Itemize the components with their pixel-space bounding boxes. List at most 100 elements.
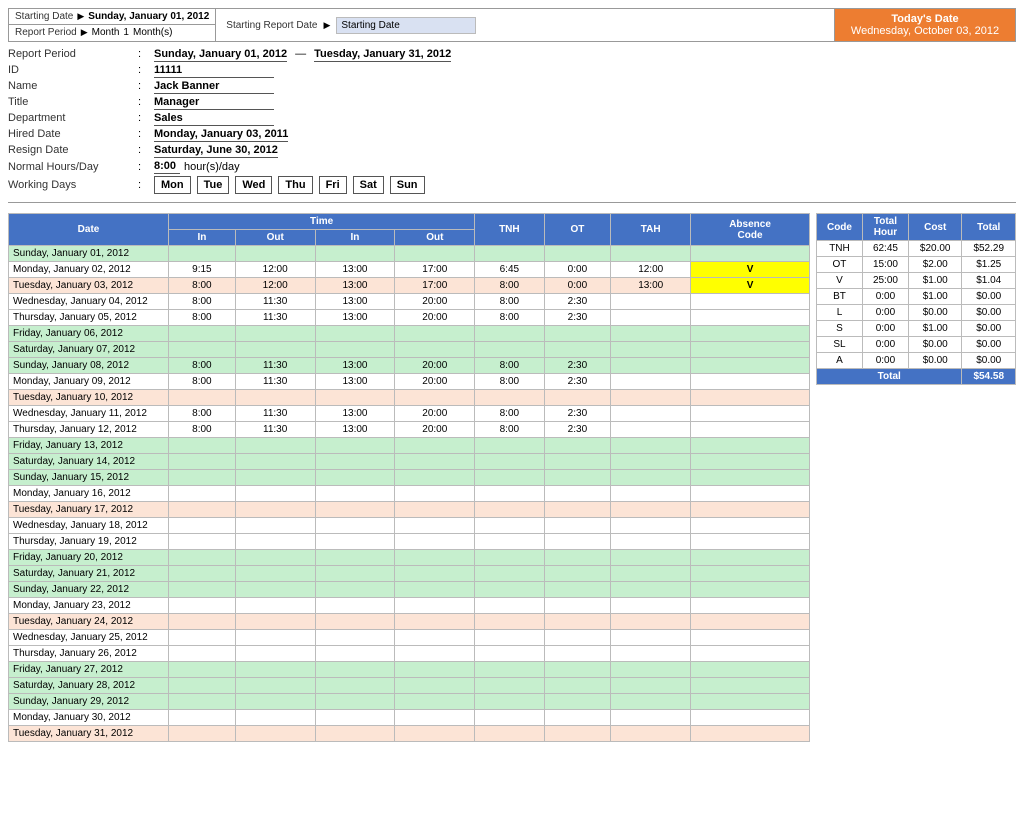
attendance-row: Wednesday, January 04, 20128:0011:3013:0… — [9, 294, 810, 310]
total-summary-cell: $1.25 — [962, 257, 1016, 273]
ot-cell — [544, 598, 611, 614]
date-cell: Friday, January 13, 2012 — [9, 438, 169, 454]
attendance-table-wrap: Date Time TNH OT TAH AbsenceCode In Out … — [8, 213, 810, 742]
out2-cell — [395, 726, 475, 742]
total-summary-cell: $0.00 — [962, 321, 1016, 337]
in1-cell — [169, 662, 236, 678]
in2-cell — [315, 630, 395, 646]
absence-cell — [691, 310, 810, 326]
out1-cell — [235, 662, 315, 678]
in1-cell — [169, 630, 236, 646]
code-summary-cell: L — [817, 305, 863, 321]
cost-summary-cell: $2.00 — [908, 257, 962, 273]
in1-cell — [169, 246, 236, 262]
cost-summary-cell: $0.00 — [908, 337, 962, 353]
absence-cell — [691, 502, 810, 518]
absence-cell — [691, 470, 810, 486]
id-label: ID — [8, 64, 138, 76]
total_hour-summary-cell: 0:00 — [862, 337, 908, 353]
in1-cell: 8:00 — [169, 358, 236, 374]
in1-cell — [169, 566, 236, 582]
date-cell: Wednesday, January 11, 2012 — [9, 406, 169, 422]
date-cell: Monday, January 30, 2012 — [9, 710, 169, 726]
total-hour-header: TotalHour — [862, 214, 908, 241]
out1-header: Out — [235, 230, 315, 246]
ot-cell: 2:30 — [544, 358, 611, 374]
tnh-cell: 8:00 — [475, 278, 544, 294]
out1-cell: 12:00 — [235, 278, 315, 294]
date-cell: Sunday, January 22, 2012 — [9, 582, 169, 598]
hired-date-label: Hired Date — [8, 128, 138, 140]
in1-cell: 8:00 — [169, 310, 236, 326]
total_hour-summary-cell: 0:00 — [862, 289, 908, 305]
date-cell: Thursday, January 12, 2012 — [9, 422, 169, 438]
in1-cell: 8:00 — [169, 422, 236, 438]
main-content: Date Time TNH OT TAH AbsenceCode In Out … — [8, 213, 1016, 742]
out1-cell — [235, 726, 315, 742]
absence-cell — [691, 678, 810, 694]
absence-cell — [691, 598, 810, 614]
starting-report-date-input[interactable] — [336, 17, 476, 34]
tah-cell — [611, 486, 691, 502]
hired-date-row: Hired Date : Monday, January 03, 2011 — [8, 128, 1016, 142]
title-value: Manager — [154, 96, 274, 110]
normal-hours-value: 8:00 — [154, 160, 180, 174]
absence-cell: V — [691, 278, 810, 294]
attendance-row: Thursday, January 12, 20128:0011:3013:00… — [9, 422, 810, 438]
in2-cell — [315, 582, 395, 598]
out1-cell — [235, 646, 315, 662]
starting-date-value: Sunday, January 01, 2012 — [88, 11, 209, 22]
tnh-cell: 8:00 — [475, 358, 544, 374]
date-cell: Friday, January 06, 2012 — [9, 326, 169, 342]
absence-cell — [691, 406, 810, 422]
tah-cell — [611, 726, 691, 742]
report-period-label: Report Period — [15, 27, 77, 38]
report-period-arrow: ▶ — [81, 27, 88, 38]
report-period-start: Sunday, January 01, 2012 — [154, 48, 287, 62]
in1-cell — [169, 470, 236, 486]
attendance-row: Monday, January 30, 2012 — [9, 710, 810, 726]
code-summary-cell: S — [817, 321, 863, 337]
ot-cell — [544, 614, 611, 630]
attendance-row: Sunday, January 22, 2012 — [9, 582, 810, 598]
tah-cell — [611, 550, 691, 566]
ot-cell — [544, 662, 611, 678]
date-cell: Sunday, January 15, 2012 — [9, 470, 169, 486]
in1-cell — [169, 646, 236, 662]
top-middle-section: Starting Report Date ▶ — [216, 9, 835, 41]
ot-cell — [544, 710, 611, 726]
ot-cell: 0:00 — [544, 262, 611, 278]
time-header: Time — [169, 214, 475, 230]
out1-cell — [235, 534, 315, 550]
ot-cell: 0:00 — [544, 278, 611, 294]
tnh-cell: 8:00 — [475, 310, 544, 326]
ot-cell — [544, 390, 611, 406]
out2-cell — [395, 438, 475, 454]
title-row: Title : Manager — [8, 96, 1016, 110]
tnh-cell — [475, 630, 544, 646]
tah-header: TAH — [611, 214, 691, 246]
out2-cell — [395, 630, 475, 646]
resign-date-row: Resign Date : Saturday, June 30, 2012 — [8, 144, 1016, 158]
tnh-cell: 8:00 — [475, 406, 544, 422]
absence-cell — [691, 438, 810, 454]
tnh-cell — [475, 646, 544, 662]
report-period-info-label: Report Period — [8, 48, 138, 60]
attendance-row: Friday, January 27, 2012 — [9, 662, 810, 678]
ot-cell — [544, 342, 611, 358]
tah-cell — [611, 534, 691, 550]
tah-cell: 12:00 — [611, 262, 691, 278]
attendance-row: Thursday, January 05, 20128:0011:3013:00… — [9, 310, 810, 326]
date-cell: Sunday, January 08, 2012 — [9, 358, 169, 374]
absence-cell — [691, 582, 810, 598]
absence-cell — [691, 726, 810, 742]
out2-cell — [395, 678, 475, 694]
out2-cell — [395, 662, 475, 678]
absence-cell — [691, 662, 810, 678]
attendance-row: Tuesday, January 24, 2012 — [9, 614, 810, 630]
date-cell: Thursday, January 05, 2012 — [9, 310, 169, 326]
out2-cell — [395, 326, 475, 342]
in2-cell — [315, 246, 395, 262]
out1-cell — [235, 326, 315, 342]
date-cell: Friday, January 20, 2012 — [9, 550, 169, 566]
